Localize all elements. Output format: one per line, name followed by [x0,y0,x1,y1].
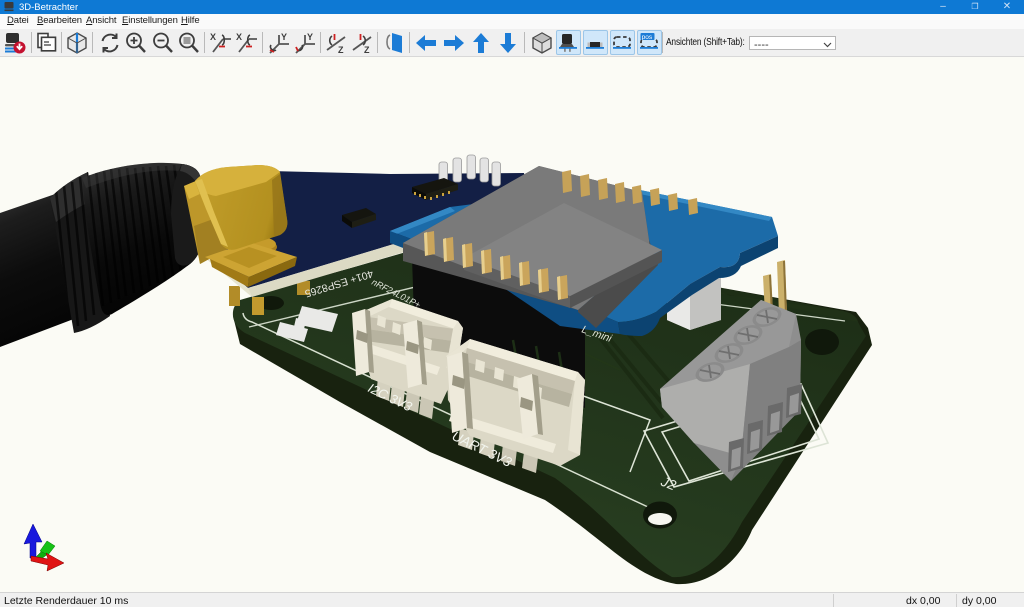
svg-text:X: X [210,32,216,42]
svg-text:Y: Y [281,32,287,42]
svg-text:pos: pos [642,34,653,41]
svg-text:Z: Z [338,45,344,55]
svg-text:Y: Y [307,32,313,42]
svg-text:Z: Z [364,45,370,55]
svg-text:X: X [236,32,242,42]
